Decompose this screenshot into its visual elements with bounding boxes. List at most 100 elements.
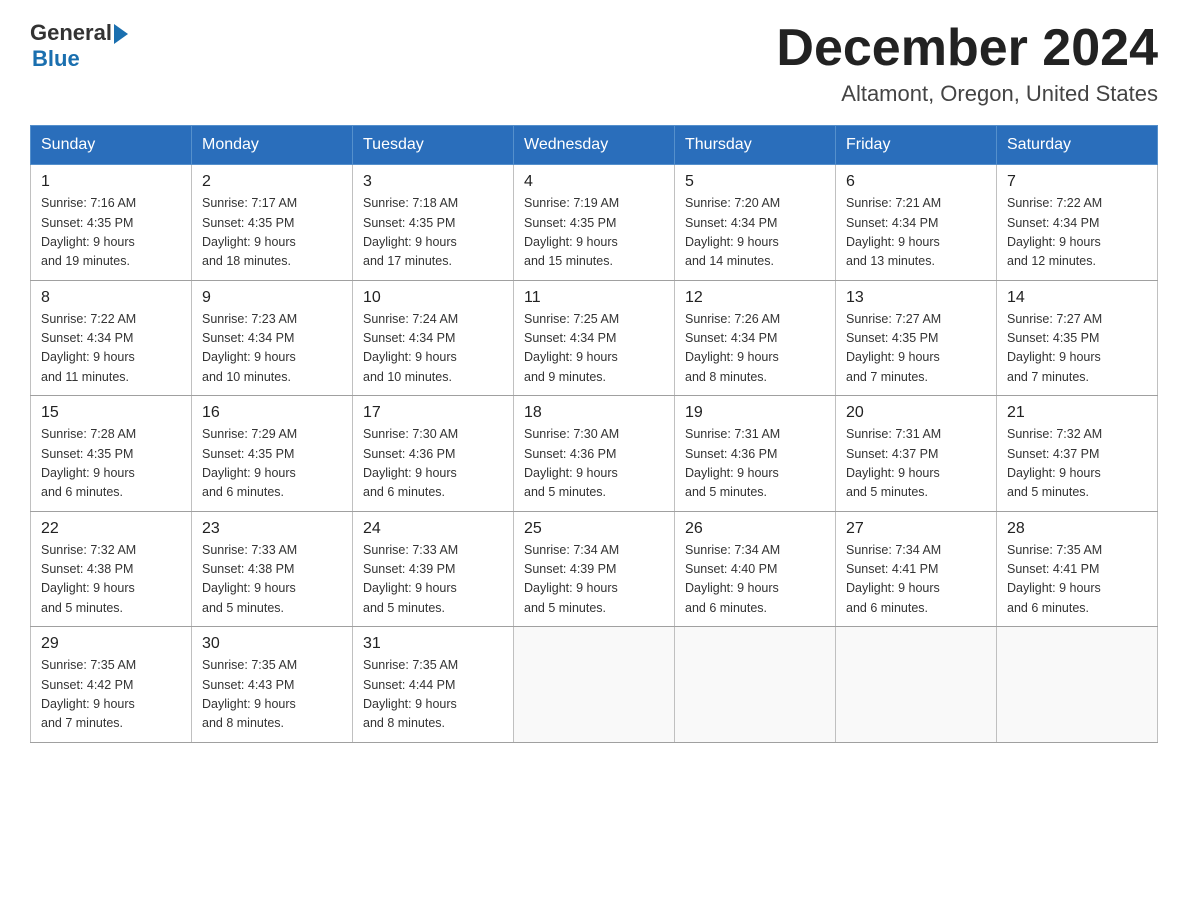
day-info: Sunrise: 7:30 AMSunset: 4:36 PMDaylight:…: [524, 425, 664, 503]
day-info: Sunrise: 7:22 AMSunset: 4:34 PMDaylight:…: [1007, 194, 1147, 272]
day-info: Sunrise: 7:35 AMSunset: 4:42 PMDaylight:…: [41, 656, 181, 734]
day-number: 22: [41, 520, 181, 538]
calendar-cell: [997, 627, 1158, 743]
calendar-cell: 28 Sunrise: 7:35 AMSunset: 4:41 PMDayligh…: [997, 511, 1158, 627]
col-header-saturday: Saturday: [997, 126, 1158, 165]
calendar-cell: 16 Sunrise: 7:29 AMSunset: 4:35 PMDayligh…: [192, 396, 353, 512]
day-number: 12: [685, 289, 825, 307]
calendar-week-row: 8Sunrise: 7:22 AMSunset: 4:34 PMDaylight…: [31, 280, 1158, 396]
col-header-tuesday: Tuesday: [353, 126, 514, 165]
day-info: Sunrise: 7:24 AMSunset: 4:34 PMDaylight:…: [363, 310, 503, 388]
day-info: Sunrise: 7:31 AMSunset: 4:37 PMDaylight:…: [846, 425, 986, 503]
day-number: 25: [524, 520, 664, 538]
calendar-cell: 6Sunrise: 7:21 AMSunset: 4:34 PMDaylight…: [836, 165, 997, 281]
day-info: Sunrise: 7:31 AMSunset: 4:36 PMDaylight:…: [685, 425, 825, 503]
title-block: December 2024 Altamont, Oregon, United S…: [776, 20, 1158, 107]
day-info: Sunrise: 7:22 AMSunset: 4:34 PMDaylight:…: [41, 310, 181, 388]
day-number: 2: [202, 173, 342, 191]
day-info: Sunrise: 7:28 AMSunset: 4:35 PMDaylight:…: [41, 425, 181, 503]
calendar-cell: 15 Sunrise: 7:28 AMSunset: 4:35 PMDayligh…: [31, 396, 192, 512]
calendar-cell: 20 Sunrise: 7:31 AMSunset: 4:37 PMDayligh…: [836, 396, 997, 512]
day-number: 3: [363, 173, 503, 191]
day-info: Sunrise: 7:16 AMSunset: 4:35 PMDaylight:…: [41, 194, 181, 272]
calendar-cell: 1Sunrise: 7:16 AMSunset: 4:35 PMDaylight…: [31, 165, 192, 281]
calendar-cell: 10 Sunrise: 7:24 AMSunset: 4:34 PMDayligh…: [353, 280, 514, 396]
calendar-table: SundayMondayTuesdayWednesdayThursdayFrid…: [30, 125, 1158, 743]
day-info: Sunrise: 7:34 AMSunset: 4:40 PMDaylight:…: [685, 541, 825, 619]
day-number: 6: [846, 173, 986, 191]
day-number: 31: [363, 635, 503, 653]
calendar-cell: 29 Sunrise: 7:35 AMSunset: 4:42 PMDayligh…: [31, 627, 192, 743]
calendar-cell: 9 Sunrise: 7:23 AMSunset: 4:34 PMDaylight…: [192, 280, 353, 396]
logo-blue: Blue: [32, 46, 80, 72]
calendar-cell: 3 Sunrise: 7:18 AMSunset: 4:35 PMDaylight…: [353, 165, 514, 281]
day-number: 23: [202, 520, 342, 538]
calendar-cell: 7 Sunrise: 7:22 AMSunset: 4:34 PMDaylight…: [997, 165, 1158, 281]
calendar-cell: 18 Sunrise: 7:30 AMSunset: 4:36 PMDayligh…: [514, 396, 675, 512]
day-number: 28: [1007, 520, 1147, 538]
day-number: 11: [524, 289, 664, 307]
logo-general: General: [30, 20, 112, 46]
day-number: 24: [363, 520, 503, 538]
day-info: Sunrise: 7:18 AMSunset: 4:35 PMDaylight:…: [363, 194, 503, 272]
col-header-wednesday: Wednesday: [514, 126, 675, 165]
logo-arrow-icon: [114, 24, 128, 44]
day-info: Sunrise: 7:26 AMSunset: 4:34 PMDaylight:…: [685, 310, 825, 388]
calendar-week-row: 22Sunrise: 7:32 AMSunset: 4:38 PMDayligh…: [31, 511, 1158, 627]
col-header-sunday: Sunday: [31, 126, 192, 165]
day-number: 20: [846, 404, 986, 422]
day-number: 26: [685, 520, 825, 538]
calendar-cell: 12 Sunrise: 7:26 AMSunset: 4:34 PMDayligh…: [675, 280, 836, 396]
day-number: 19: [685, 404, 825, 422]
day-number: 15: [41, 404, 181, 422]
day-number: 18: [524, 404, 664, 422]
calendar-week-row: 1Sunrise: 7:16 AMSunset: 4:35 PMDaylight…: [31, 165, 1158, 281]
day-number: 7: [1007, 173, 1147, 191]
calendar-cell: 17Sunrise: 7:30 AMSunset: 4:36 PMDayligh…: [353, 396, 514, 512]
day-info: Sunrise: 7:23 AMSunset: 4:34 PMDaylight:…: [202, 310, 342, 388]
calendar-cell: [514, 627, 675, 743]
calendar-week-row: 15 Sunrise: 7:28 AMSunset: 4:35 PMDayligh…: [31, 396, 1158, 512]
day-info: Sunrise: 7:32 AMSunset: 4:37 PMDaylight:…: [1007, 425, 1147, 503]
calendar-cell: 8Sunrise: 7:22 AMSunset: 4:34 PMDaylight…: [31, 280, 192, 396]
day-number: 14: [1007, 289, 1147, 307]
col-header-monday: Monday: [192, 126, 353, 165]
day-info: Sunrise: 7:33 AMSunset: 4:39 PMDaylight:…: [363, 541, 503, 619]
calendar-cell: 26 Sunrise: 7:34 AMSunset: 4:40 PMDayligh…: [675, 511, 836, 627]
calendar-cell: 19 Sunrise: 7:31 AMSunset: 4:36 PMDayligh…: [675, 396, 836, 512]
day-info: Sunrise: 7:25 AMSunset: 4:34 PMDaylight:…: [524, 310, 664, 388]
calendar-cell: 27Sunrise: 7:34 AMSunset: 4:41 PMDayligh…: [836, 511, 997, 627]
calendar-header-row: SundayMondayTuesdayWednesdayThursdayFrid…: [31, 126, 1158, 165]
day-info: Sunrise: 7:20 AMSunset: 4:34 PMDaylight:…: [685, 194, 825, 272]
day-number: 5: [685, 173, 825, 191]
day-number: 9: [202, 289, 342, 307]
logo: General Blue: [30, 20, 128, 72]
day-info: Sunrise: 7:35 AMSunset: 4:41 PMDaylight:…: [1007, 541, 1147, 619]
day-info: Sunrise: 7:29 AMSunset: 4:35 PMDaylight:…: [202, 425, 342, 503]
col-header-friday: Friday: [836, 126, 997, 165]
page-header: General Blue December 2024 Altamont, Ore…: [30, 20, 1158, 107]
calendar-cell: 11 Sunrise: 7:25 AMSunset: 4:34 PMDayligh…: [514, 280, 675, 396]
day-number: 4: [524, 173, 664, 191]
day-number: 16: [202, 404, 342, 422]
calendar-title: December 2024: [776, 20, 1158, 77]
day-number: 10: [363, 289, 503, 307]
day-info: Sunrise: 7:27 AMSunset: 4:35 PMDaylight:…: [1007, 310, 1147, 388]
calendar-cell: 25Sunrise: 7:34 AMSunset: 4:39 PMDayligh…: [514, 511, 675, 627]
calendar-cell: 31Sunrise: 7:35 AMSunset: 4:44 PMDayligh…: [353, 627, 514, 743]
day-number: 21: [1007, 404, 1147, 422]
day-info: Sunrise: 7:34 AMSunset: 4:41 PMDaylight:…: [846, 541, 986, 619]
calendar-cell: 24 Sunrise: 7:33 AMSunset: 4:39 PMDayligh…: [353, 511, 514, 627]
day-info: Sunrise: 7:33 AMSunset: 4:38 PMDaylight:…: [202, 541, 342, 619]
day-info: Sunrise: 7:30 AMSunset: 4:36 PMDaylight:…: [363, 425, 503, 503]
calendar-cell: 22Sunrise: 7:32 AMSunset: 4:38 PMDayligh…: [31, 511, 192, 627]
calendar-cell: 13Sunrise: 7:27 AMSunset: 4:35 PMDayligh…: [836, 280, 997, 396]
day-info: Sunrise: 7:35 AMSunset: 4:43 PMDaylight:…: [202, 656, 342, 734]
calendar-cell: [675, 627, 836, 743]
day-number: 13: [846, 289, 986, 307]
calendar-cell: 5 Sunrise: 7:20 AMSunset: 4:34 PMDaylight…: [675, 165, 836, 281]
day-number: 29: [41, 635, 181, 653]
calendar-subtitle: Altamont, Oregon, United States: [776, 81, 1158, 107]
calendar-cell: 23 Sunrise: 7:33 AMSunset: 4:38 PMDayligh…: [192, 511, 353, 627]
day-info: Sunrise: 7:19 AMSunset: 4:35 PMDaylight:…: [524, 194, 664, 272]
